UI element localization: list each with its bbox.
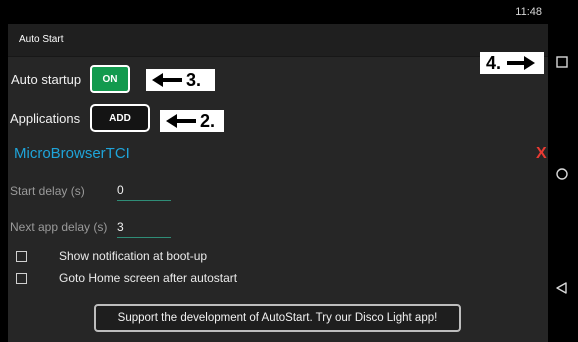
start-delay-input[interactable]: 0 [117,179,171,201]
start-delay-label: Start delay (s) [10,184,85,198]
arrow-left-icon [152,73,182,87]
next-app-delay-label: Next app delay (s) [10,220,108,234]
status-time: 11:48 [515,6,542,18]
application-entry[interactable]: MicroBrowserTCI [14,145,130,162]
option-label: Goto Home screen after autostart [59,271,238,285]
checkbox[interactable] [16,272,27,284]
add-application-button[interactable]: ADD [90,104,150,132]
action-bar: Auto Start [8,24,548,57]
option-label: Show notification at boot-up [59,249,208,263]
arrow-left-icon [166,114,196,128]
option-show-notification[interactable]: Show notification at boot-up [16,249,207,263]
auto-startup-label: Auto startup [11,72,82,87]
checkbox[interactable] [16,250,27,262]
arrow-right-icon [507,56,536,70]
remove-application-icon[interactable]: X [536,145,547,163]
app-title: Auto Start [19,34,64,45]
status-bar: 11:48 [8,0,548,24]
callout-step-4-text: 4. [486,52,502,73]
app-screen: 11:48 Auto Start Auto startup ON 3. Appl… [8,0,548,342]
next-app-delay-input[interactable]: 3 [117,216,171,238]
home-circle-icon[interactable] [556,168,568,180]
navigation-bar [548,0,578,342]
callout-step-2-text: 2. [200,110,216,131]
auto-startup-toggle[interactable]: ON [90,65,130,93]
recents-square-icon[interactable] [556,56,568,68]
callout-step-3: 3. [146,69,215,91]
support-button[interactable]: Support the development of AutoStart. Tr… [94,304,461,332]
callout-step-3-text: 3. [186,69,202,90]
callout-step-2: 2. [160,110,224,132]
callout-step-4: 4. [480,52,544,74]
back-triangle-icon[interactable] [556,282,568,294]
option-goto-home[interactable]: Goto Home screen after autostart [16,271,237,285]
applications-label: Applications [10,111,81,126]
